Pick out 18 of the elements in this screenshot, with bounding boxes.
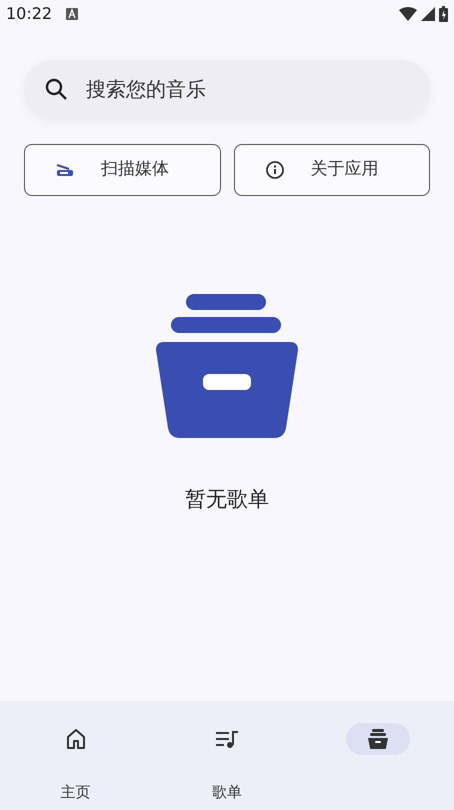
signal-icon [421,7,435,21]
info-icon [264,160,284,180]
home-icon [64,728,87,750]
scanner-icon [55,163,75,177]
scan-media-button[interactable]: 扫描媒体 [24,144,220,196]
notification-icon [66,8,78,20]
search-icon [44,77,68,101]
nav-tab[interactable]: 歌单 [151,701,303,810]
status-time: 10:22 [6,3,52,25]
playlist-icon [214,728,239,750]
archive-icon [367,728,390,750]
search-field[interactable]: 搜索您的音乐 [24,60,430,118]
about-app-button[interactable]: 关于应用 [234,144,430,196]
wifi-icon [399,7,417,21]
empty-archive-icon [156,294,298,438]
nav-tab[interactable]: 主页 [0,701,152,810]
battery-icon [439,6,448,22]
empty-message: 暂无歌单 [185,486,269,513]
